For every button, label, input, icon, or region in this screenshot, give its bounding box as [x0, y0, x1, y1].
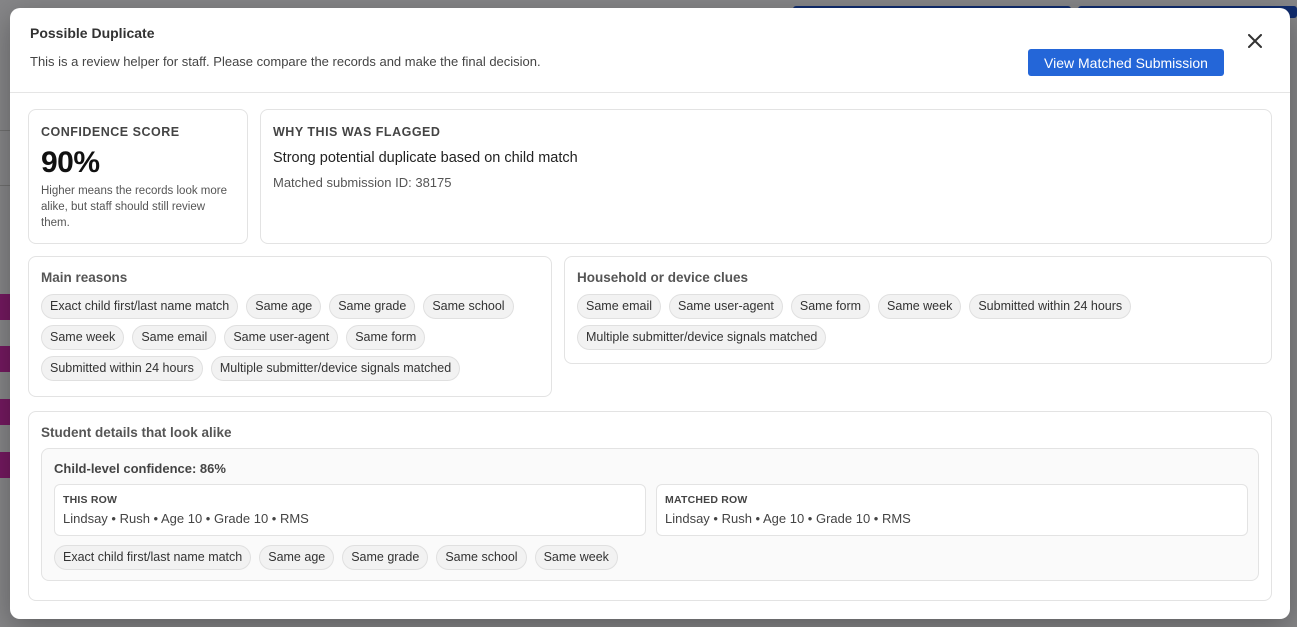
reason-chip: Same grade: [329, 294, 416, 319]
student-chip: Same school: [436, 545, 527, 570]
clue-chip: Same form: [790, 294, 871, 319]
this-row-value: Lindsay • Rush • Age 10 • Grade 10 • RMS: [63, 511, 309, 526]
close-button[interactable]: [1244, 30, 1266, 52]
view-matched-submission-button[interactable]: View Matched Submission: [1028, 49, 1224, 76]
child-match-panel: Child-level confidence: 86% THIS ROW Lin…: [41, 448, 1259, 581]
confidence-help: Higher means the records look more alike…: [41, 185, 227, 229]
clue-chip: Multiple submitter/device signals matche…: [577, 325, 827, 350]
reason-chip: Same school: [423, 294, 514, 319]
student-details-title: Student details that look alike: [41, 425, 232, 440]
clue-chip: Same email: [577, 294, 661, 319]
main-reasons-chips: Exact child first/last name match Same a…: [41, 294, 531, 381]
matched-submission-id: Matched submission ID: 38175: [273, 175, 452, 190]
this-row-label: THIS ROW: [63, 494, 118, 506]
reason-chip: Exact child first/last name match: [41, 294, 239, 319]
this-row-box: THIS ROW Lindsay • Rush • Age 10 • Grade…: [54, 484, 646, 536]
child-confidence: Child-level confidence: 86%: [54, 461, 226, 476]
household-clues-card: Household or device clues Same email Sam…: [564, 256, 1272, 364]
modal-title: Possible Duplicate: [30, 25, 155, 41]
reason-chip: Same form: [346, 325, 426, 350]
close-icon: [1248, 34, 1262, 48]
student-chip: Same grade: [342, 545, 429, 570]
reason-chip: Same email: [132, 325, 217, 350]
flagged-reason: Strong potential duplicate based on chil…: [273, 150, 578, 166]
matched-row-box: MATCHED ROW Lindsay • Rush • Age 10 • Gr…: [656, 484, 1248, 536]
student-chip: Same week: [534, 545, 618, 570]
student-chip: Same age: [259, 545, 335, 570]
student-details-card: Student details that look alike Child-le…: [28, 411, 1272, 601]
reason-chip: Same week: [41, 325, 125, 350]
student-chip: Exact child first/last name match: [54, 545, 252, 570]
student-chips: Exact child first/last name match Same a…: [54, 545, 1244, 570]
household-title: Household or device clues: [577, 270, 749, 285]
reason-chip: Submitted within 24 hours: [41, 356, 203, 381]
clue-chip: Submitted within 24 hours: [969, 294, 1132, 319]
matched-row-label: MATCHED ROW: [665, 494, 748, 506]
possible-duplicate-modal: Possible Duplicate This is a review help…: [10, 8, 1290, 619]
household-chips: Same email Same user-agent Same form Sam…: [577, 294, 1257, 350]
main-reasons-card: Main reasons Exact child first/last name…: [28, 256, 552, 397]
why-flagged-card: WHY THIS WAS FLAGGED Strong potential du…: [260, 109, 1272, 244]
modal-subtitle: This is a review helper for staff. Pleas…: [30, 54, 541, 69]
reason-chip: Same user-agent: [224, 325, 339, 350]
clue-chip: Same user-agent: [669, 294, 783, 319]
reason-chip: Multiple submitter/device signals matche…: [210, 356, 461, 381]
modal-header: Possible Duplicate This is a review help…: [10, 8, 1290, 93]
matched-row-value: Lindsay • Rush • Age 10 • Grade 10 • RMS: [665, 511, 911, 526]
confidence-score-card: CONFIDENCE SCORE 90% Higher means the re…: [28, 109, 248, 244]
why-flagged-label: WHY THIS WAS FLAGGED: [273, 125, 441, 139]
confidence-label: CONFIDENCE SCORE: [41, 125, 180, 139]
confidence-score: 90%: [41, 146, 100, 179]
clue-chip: Same week: [878, 294, 962, 319]
reason-chip: Same age: [246, 294, 322, 319]
main-reasons-title: Main reasons: [41, 270, 128, 285]
